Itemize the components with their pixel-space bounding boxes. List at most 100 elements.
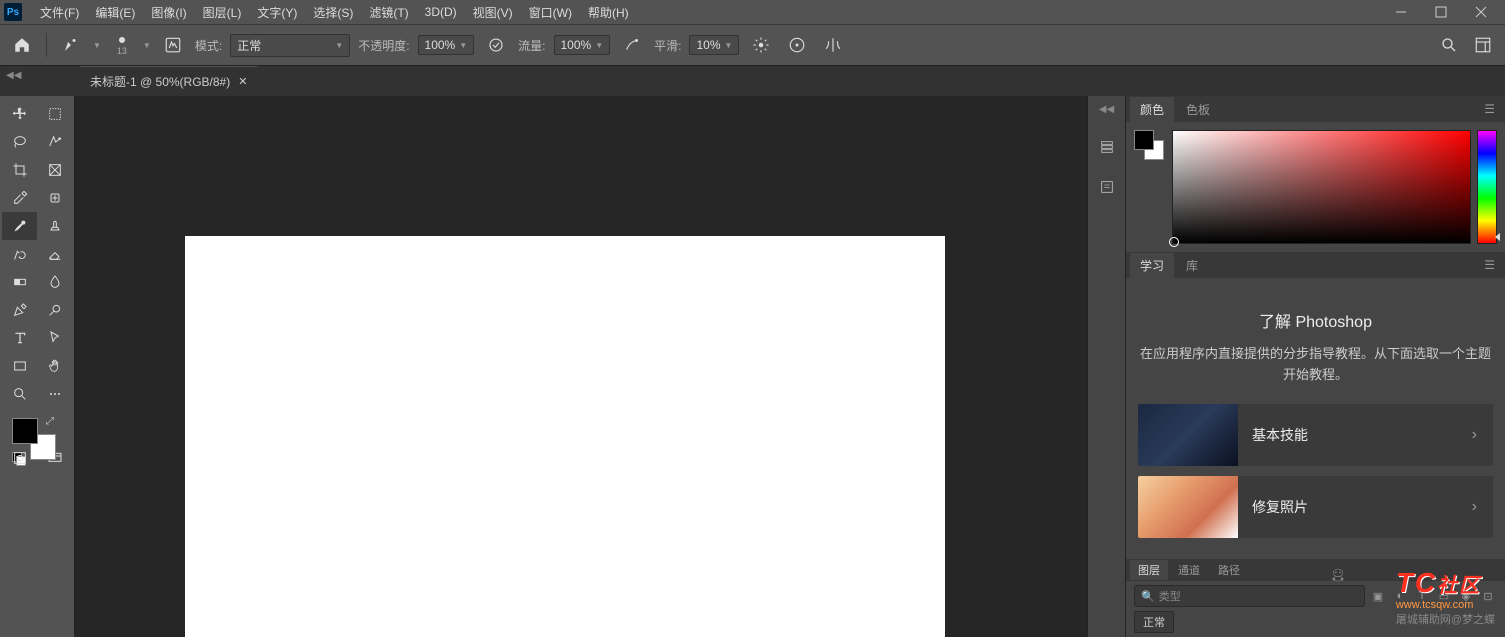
filter-toggle-icon[interactable]: ⊡ bbox=[1479, 587, 1497, 605]
filter-adjust-icon[interactable]: ◐ bbox=[1391, 587, 1409, 605]
opacity-label: 不透明度: bbox=[358, 37, 409, 54]
tool-preset-icon[interactable] bbox=[57, 31, 85, 59]
layers-panel-tabs: 图层 通道 路径 bbox=[1126, 559, 1505, 581]
close-tab-icon[interactable]: ✕ bbox=[238, 75, 247, 88]
canvas[interactable] bbox=[185, 236, 945, 637]
pressure-size-icon[interactable] bbox=[783, 31, 811, 59]
frame-tool[interactable] bbox=[37, 156, 72, 184]
toolbox: ⤢ bbox=[0, 96, 75, 637]
history-brush-tool[interactable] bbox=[2, 240, 37, 268]
gradient-tool[interactable] bbox=[2, 268, 37, 296]
brush-picker-arrow[interactable]: ▼ bbox=[143, 41, 151, 50]
crop-tool[interactable] bbox=[2, 156, 37, 184]
blend-mode-select[interactable]: 正常▼ bbox=[230, 34, 350, 57]
learn-thumb-basics bbox=[1138, 404, 1238, 466]
history-panel-icon[interactable] bbox=[1095, 135, 1119, 159]
color-panel-menu-icon[interactable]: ☰ bbox=[1478, 102, 1501, 116]
pen-tool[interactable] bbox=[2, 296, 37, 324]
smooth-input[interactable]: 10%▼ bbox=[689, 35, 739, 55]
menu-3d[interactable]: 3D(D) bbox=[417, 5, 465, 19]
saturation-picker[interactable] bbox=[1172, 130, 1471, 244]
panel-color-swatch[interactable] bbox=[1134, 130, 1166, 162]
learn-title: 了解 Photoshop bbox=[1138, 308, 1493, 332]
home-button[interactable] bbox=[8, 31, 36, 59]
properties-panel-icon[interactable] bbox=[1095, 175, 1119, 199]
foreground-color[interactable] bbox=[12, 418, 38, 444]
tab-paths[interactable]: 路径 bbox=[1210, 560, 1248, 580]
canvas-area[interactable] bbox=[75, 96, 1087, 637]
flow-input[interactable]: 100%▼ bbox=[554, 35, 611, 55]
opacity-input[interactable]: 100%▼ bbox=[418, 35, 475, 55]
zoom-tool[interactable] bbox=[2, 380, 37, 408]
healing-brush-tool[interactable] bbox=[37, 184, 72, 212]
tab-learn[interactable]: 学习 bbox=[1130, 253, 1174, 278]
color-panel-body bbox=[1126, 122, 1505, 252]
edit-toolbar-icon[interactable] bbox=[37, 380, 72, 408]
brush-tool[interactable] bbox=[2, 212, 37, 240]
tab-channels[interactable]: 通道 bbox=[1170, 560, 1208, 580]
collapse-toolbar-icon[interactable]: ◀◀ bbox=[6, 70, 21, 81]
menu-window[interactable]: 窗口(W) bbox=[521, 4, 580, 21]
menu-filter[interactable]: 滤镜(T) bbox=[361, 4, 416, 21]
filter-pixel-icon[interactable]: ▣ bbox=[1369, 587, 1387, 605]
workspace-switcher-icon[interactable] bbox=[1469, 31, 1497, 59]
maximize-button[interactable] bbox=[1421, 0, 1461, 24]
search-icon[interactable] bbox=[1435, 31, 1463, 59]
brush-panel-toggle[interactable] bbox=[159, 31, 187, 59]
color-panel-tabs: 颜色 色板 ☰ bbox=[1126, 96, 1505, 122]
menu-type[interactable]: 文字(Y) bbox=[249, 4, 305, 21]
clone-stamp-tool[interactable] bbox=[37, 212, 72, 240]
menu-file[interactable]: 文件(F) bbox=[32, 4, 87, 21]
pressure-opacity-icon[interactable] bbox=[482, 31, 510, 59]
layer-filter-search[interactable]: 🔍 类型 bbox=[1134, 585, 1365, 607]
eyedropper-tool[interactable] bbox=[2, 184, 37, 212]
dodge-tool[interactable] bbox=[37, 296, 72, 324]
tab-swatches[interactable]: 色板 bbox=[1176, 97, 1220, 122]
type-tool[interactable] bbox=[2, 324, 37, 352]
minimize-button[interactable] bbox=[1381, 0, 1421, 24]
learn-item-title: 基本技能 bbox=[1238, 425, 1456, 445]
close-button[interactable] bbox=[1461, 0, 1501, 24]
expand-panels-icon[interactable]: ◀◀ bbox=[1099, 104, 1114, 115]
learn-item-retouch[interactable]: 修复照片 › bbox=[1138, 476, 1493, 538]
rectangle-tool[interactable] bbox=[2, 352, 37, 380]
airbrush-icon[interactable] bbox=[618, 31, 646, 59]
filter-type-icon[interactable]: T bbox=[1413, 587, 1431, 605]
blur-tool[interactable] bbox=[37, 268, 72, 296]
menu-layer[interactable]: 图层(L) bbox=[195, 4, 250, 21]
menu-edit[interactable]: 编辑(E) bbox=[87, 4, 143, 21]
brush-preset-picker[interactable]: 13 bbox=[109, 29, 135, 61]
path-select-tool[interactable] bbox=[37, 324, 72, 352]
filter-smart-icon[interactable]: ◈ bbox=[1457, 587, 1475, 605]
swap-colors-icon[interactable]: ⤢ bbox=[46, 416, 54, 427]
eraser-tool[interactable] bbox=[37, 240, 72, 268]
hue-slider[interactable] bbox=[1477, 130, 1497, 244]
hand-tool[interactable] bbox=[37, 352, 72, 380]
smooth-options-icon[interactable] bbox=[747, 31, 775, 59]
layer-blend-mode[interactable]: 正常 bbox=[1134, 611, 1174, 633]
menu-image[interactable]: 图像(I) bbox=[143, 4, 194, 21]
symmetry-icon[interactable] bbox=[819, 31, 847, 59]
menu-select[interactable]: 选择(S) bbox=[305, 4, 361, 21]
menu-help[interactable]: 帮助(H) bbox=[580, 4, 637, 21]
document-tab[interactable]: 未标题-1 @ 50%(RGB/8#) ✕ bbox=[80, 66, 257, 96]
filter-shape-icon[interactable]: ▭ bbox=[1435, 587, 1453, 605]
lasso-tool[interactable] bbox=[2, 128, 37, 156]
tool-preset-arrow[interactable]: ▼ bbox=[93, 41, 101, 50]
tab-libraries[interactable]: 库 bbox=[1176, 253, 1208, 278]
learn-thumb-retouch bbox=[1138, 476, 1238, 538]
brush-dot-icon bbox=[119, 37, 125, 43]
move-tool[interactable] bbox=[2, 100, 37, 128]
menu-view[interactable]: 视图(V) bbox=[465, 4, 521, 21]
learn-description: 在应用程序内直接提供的分步指导教程。从下面选取一个主题开始教程。 bbox=[1138, 344, 1493, 386]
layers-panel-body: 🔍 类型 ▣ ◐ T ▭ ◈ ⊡ 正常 bbox=[1126, 581, 1505, 637]
quick-select-tool[interactable] bbox=[37, 128, 72, 156]
layers-blend-row: 正常 bbox=[1134, 611, 1497, 633]
learn-item-basics[interactable]: 基本技能 › bbox=[1138, 404, 1493, 466]
tab-layers[interactable]: 图层 bbox=[1130, 560, 1168, 580]
rect-marquee-tool[interactable] bbox=[37, 100, 72, 128]
panel-foreground[interactable] bbox=[1134, 130, 1154, 150]
learn-panel-menu-icon[interactable]: ☰ bbox=[1478, 258, 1501, 272]
tab-color[interactable]: 颜色 bbox=[1130, 97, 1174, 122]
learn-item-title: 修复照片 bbox=[1238, 497, 1456, 517]
